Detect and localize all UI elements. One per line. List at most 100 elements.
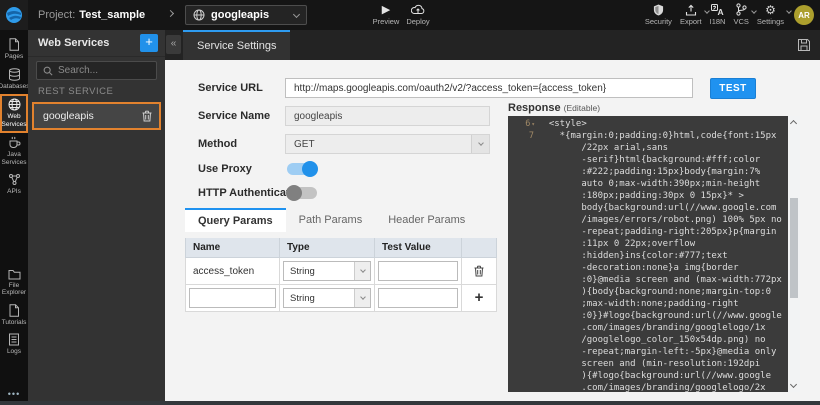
add-param-button[interactable]: + <box>462 285 497 312</box>
service-url-label: Service URL <box>198 82 263 94</box>
service-name-input[interactable] <box>285 106 490 126</box>
security-button[interactable]: Security <box>645 3 672 26</box>
settings-button[interactable]: ⚙ Settings <box>757 3 784 26</box>
i18n-button[interactable]: A I18N <box>710 3 726 26</box>
coffee-icon <box>8 136 21 149</box>
pages-icon <box>8 38 20 51</box>
rail-label: Tutorials <box>2 319 27 327</box>
logs-icon <box>8 333 20 346</box>
service-selector-dropdown[interactable]: googleapis <box>185 5 307 25</box>
globe-icon <box>8 98 21 111</box>
line-number-gutter <box>508 334 538 346</box>
param-type-select[interactable]: String <box>283 261 371 281</box>
code-line: -repeat;padding-right:205px}p{margin <box>508 226 788 238</box>
sidebar-item-apis[interactable]: APIs <box>0 170 28 200</box>
new-param-test-value-cell <box>375 285 462 312</box>
deploy-button[interactable]: Deploy <box>400 3 436 26</box>
code-line-text: :#222;padding:15px}body{margin:7% <box>538 166 760 178</box>
param-test-value-input[interactable] <box>378 261 458 281</box>
sidebar-item-logs[interactable]: Logs <box>0 330 28 360</box>
code-line: .com/images/branding/googlelogo/1x <box>508 322 788 334</box>
http-authentication-toggle[interactable] <box>287 187 317 199</box>
code-line-text: :11px 0 22px;overflow <box>538 238 695 250</box>
scrollbar-thumb[interactable] <box>790 198 798 298</box>
code-line-text: -repeat;margin-left:-5px}@media only <box>538 346 776 358</box>
param-test-value-cell <box>375 258 462 285</box>
sidebar-item-web-services[interactable]: Web Services <box>0 94 28 133</box>
response-editable-note: (Editable) <box>564 103 600 113</box>
collapse-panel-button[interactable]: « <box>166 35 181 54</box>
code-line-text: -serif}html{background:#fff;color <box>538 154 760 166</box>
line-number-gutter <box>508 250 538 262</box>
security-label: Security <box>645 17 672 26</box>
new-param-type-select[interactable]: String <box>283 288 371 308</box>
translate-icon: A <box>711 3 724 16</box>
code-line-text: -decoration:none}a img{border <box>538 262 738 274</box>
export-button[interactable]: Export <box>680 3 702 26</box>
code-line-text: :0}}#logo{background:url(//www.google <box>538 310 782 322</box>
response-code-editor[interactable]: 6▾ <style> 7 *{margin:0;padding:0}html,c… <box>508 116 800 392</box>
method-value: GET <box>286 139 471 150</box>
delete-param-button[interactable] <box>462 258 497 285</box>
search-input[interactable] <box>58 65 143 76</box>
code-line: ){body{background:none;margin-top:0 <box>508 286 788 298</box>
trash-icon[interactable] <box>142 110 152 122</box>
sidebar-item-tutorials[interactable]: Tutorials <box>0 301 28 331</box>
code-line-text: *{margin:0;padding:0}html,code{font:15px <box>538 130 776 142</box>
line-number-gutter: 6▾ <box>508 118 538 130</box>
line-number-gutter: 7 <box>508 130 538 142</box>
save-button[interactable] <box>796 37 812 53</box>
line-number-gutter <box>508 190 538 202</box>
scroll-up-icon[interactable] <box>790 120 797 127</box>
tab-service-settings[interactable]: Service Settings <box>183 30 290 60</box>
sidebar-item-pages[interactable]: Pages <box>0 35 28 65</box>
top-bar: Project: Test_sample googleapis ▶ Previe… <box>0 0 820 30</box>
preview-button[interactable]: ▶ Preview <box>368 3 404 26</box>
code-line: ){#logo{background:url(//www.google <box>508 370 788 382</box>
params-tabs: Query Params Path Params Header Params <box>185 208 478 232</box>
sidebar-item-java-services[interactable]: Java Services <box>0 133 28 170</box>
tab-query-params[interactable]: Query Params <box>185 208 286 232</box>
rail-label: File Explorer <box>0 282 28 297</box>
chevron-down-icon <box>293 10 300 17</box>
line-number-gutter <box>508 358 538 370</box>
service-search[interactable] <box>36 61 157 80</box>
rail-label: Pages <box>5 53 23 61</box>
editor-scrollbar[interactable] <box>788 116 800 392</box>
service-list-item-googleapis[interactable]: googleapis <box>32 102 161 130</box>
code-line: :11px 0 22px;overflow <box>508 238 788 250</box>
fold-marker-icon: ▾ <box>531 121 535 128</box>
code-line-text: /images/errors/robot.png) 100% 5px no <box>538 214 782 226</box>
use-proxy-label: Use Proxy <box>198 163 252 175</box>
use-proxy-toggle[interactable] <box>287 163 317 175</box>
tab-path-params[interactable]: Path Params <box>286 208 376 232</box>
sidebar-item-databases[interactable]: Databases <box>0 65 28 95</box>
test-button[interactable]: TEST <box>710 78 756 99</box>
code-line: /googlelogo_color_150x54dp.png) no <box>508 334 788 346</box>
play-icon: ▶ <box>382 3 390 16</box>
add-service-button[interactable]: + <box>140 34 158 52</box>
sidebar-item-file-explorer[interactable]: File Explorer <box>0 266 28 301</box>
i18n-label: I18N <box>710 17 726 26</box>
line-number-gutter <box>508 154 538 166</box>
code-area[interactable]: 6▾ <style> 7 *{margin:0;padding:0}html,c… <box>508 116 788 392</box>
column-header-actions <box>462 238 497 258</box>
user-avatar[interactable]: AR <box>794 5 814 25</box>
service-url-input[interactable] <box>285 78 693 98</box>
new-param-test-value-input[interactable] <box>378 288 458 308</box>
vcs-button[interactable]: VCS <box>733 3 748 26</box>
plus-icon: + <box>475 293 484 303</box>
new-param-name-input[interactable] <box>189 288 276 308</box>
code-line-text: -repeat;padding-right:205px}p{margin <box>538 226 776 238</box>
scroll-down-icon[interactable] <box>790 381 797 388</box>
export-label: Export <box>680 17 702 26</box>
cloud-upload-icon <box>411 3 425 16</box>
wavemaker-logo-icon[interactable] <box>0 0 28 30</box>
folder-icon <box>8 269 21 280</box>
code-line: :0}@media screen and (max-width:772px <box>508 274 788 286</box>
service-selector-value: googleapis <box>211 9 288 21</box>
method-select[interactable]: GET <box>285 134 490 154</box>
preview-label: Preview <box>373 17 400 26</box>
toggle-knob <box>302 161 318 177</box>
tab-header-params[interactable]: Header Params <box>375 208 478 232</box>
